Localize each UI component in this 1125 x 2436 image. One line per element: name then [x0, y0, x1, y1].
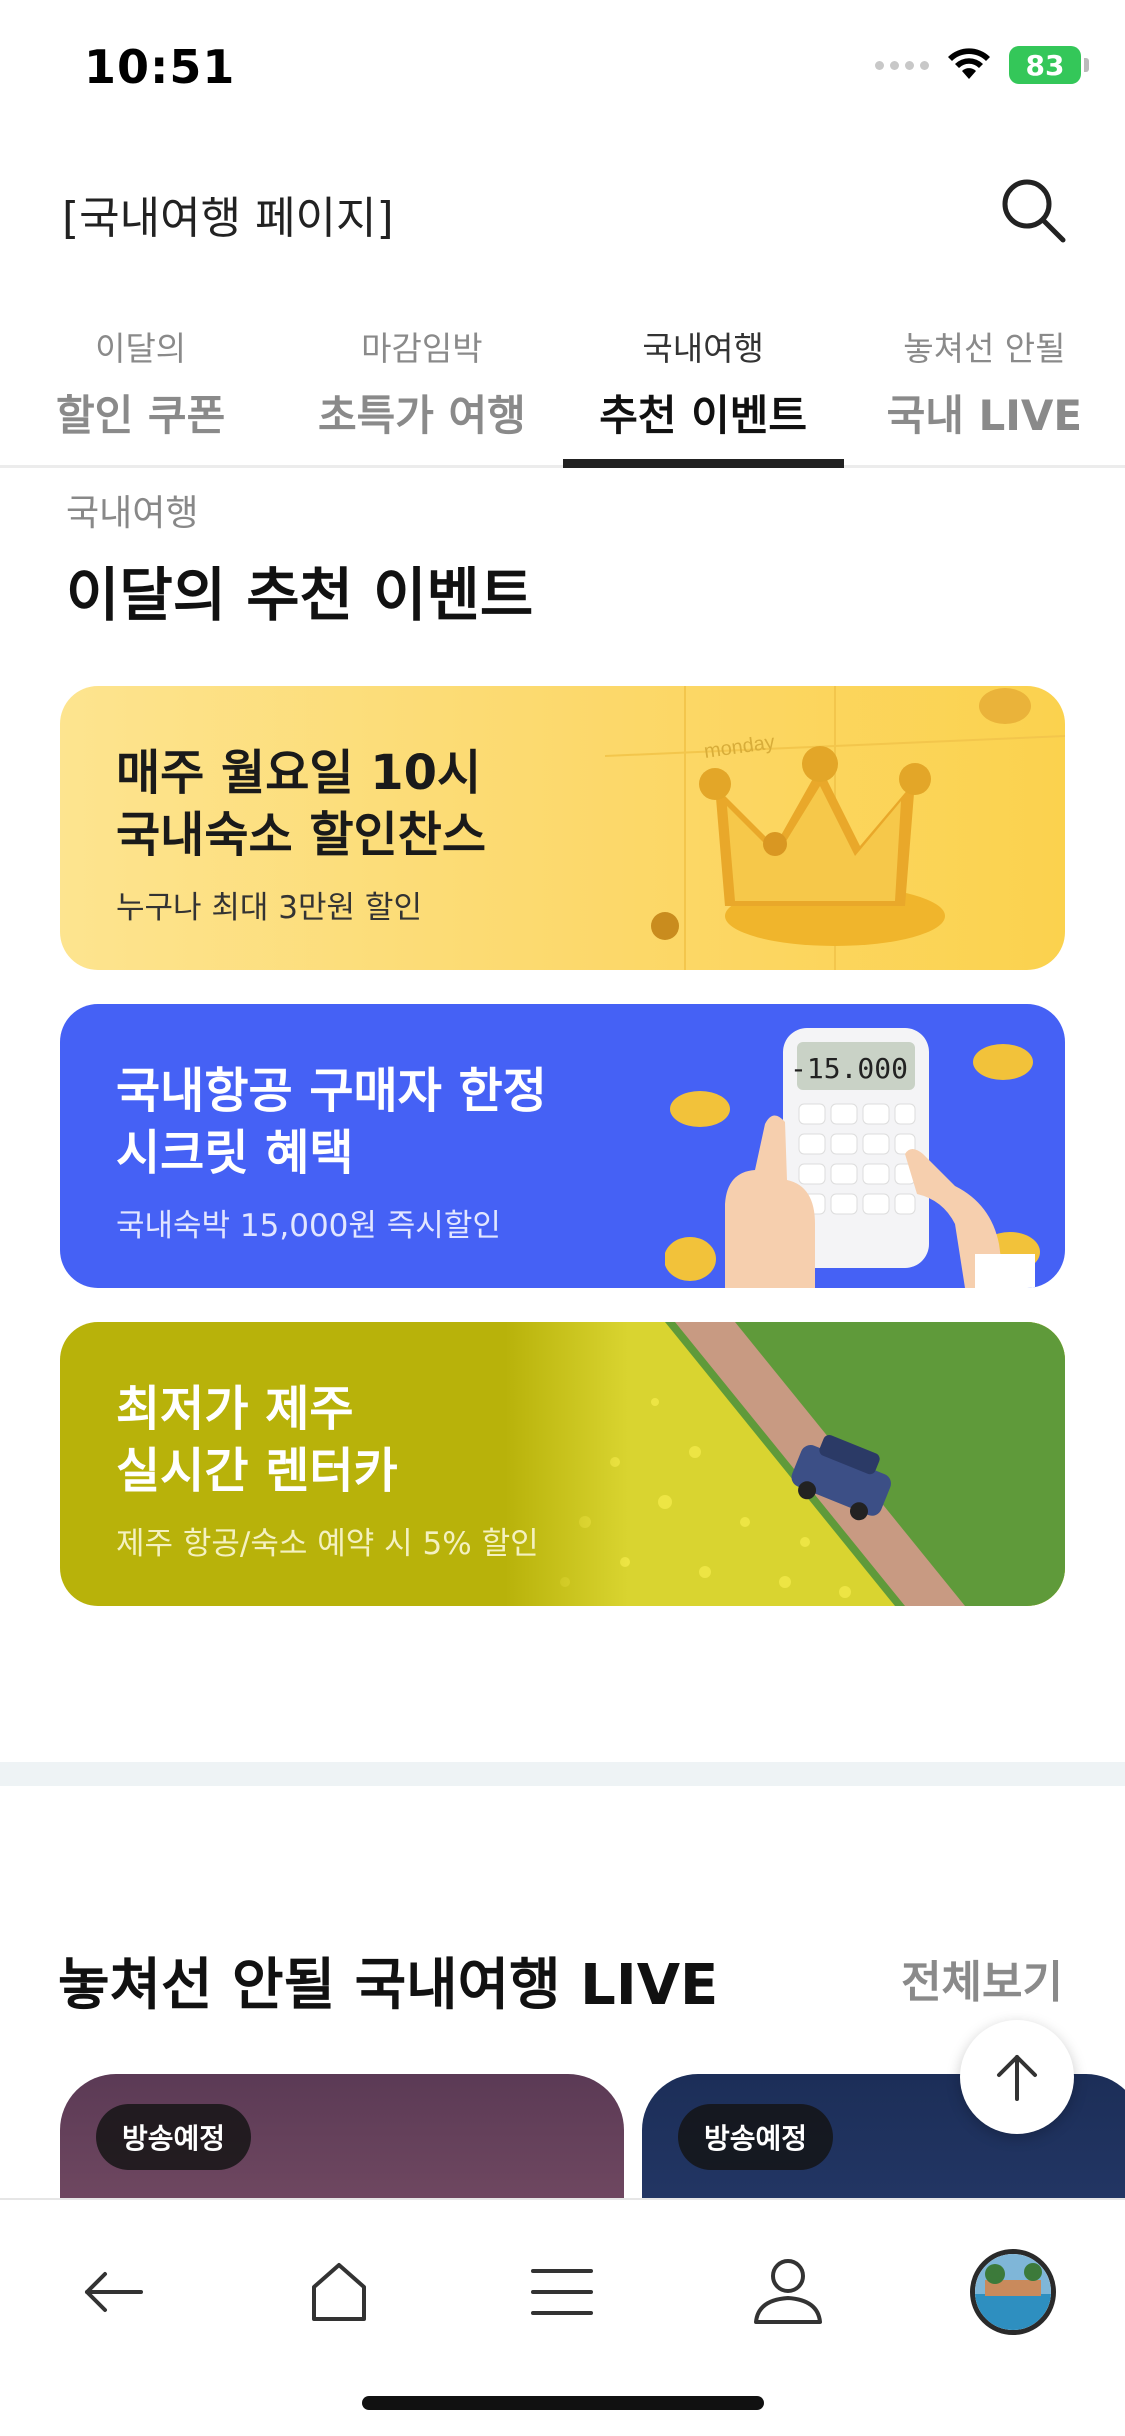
view-all-link[interactable]: 전체보기 [901, 1946, 1063, 2010]
broadcast-scheduled-badge: 방송예정 [96, 2104, 252, 2170]
tab-main-label: 국내 LIVE [886, 391, 1083, 440]
tab-recommended-event[interactable]: 국내여행 추천 이벤트 [562, 310, 845, 468]
banner-jeju-rentcar[interactable]: 최저가 제주 실시간 렌터카 제주 항공/숙소 예약 시 5% 할인 [60, 1322, 1065, 1606]
menu-icon [531, 2269, 593, 2315]
calculator-display: -15.000 [790, 1052, 908, 1085]
nav-home-button[interactable] [289, 2242, 389, 2342]
live-section-title: 놓쳐선 안될 국내여행 LIVE [58, 1953, 719, 2018]
tab-bar: 이달의 할인 쿠폰 마감임박 초특가 여행 국내여행 추천 이벤트 놓쳐선 안될… [0, 310, 1125, 468]
banner-title: 국내항공 구매자 한정 시크릿 혜택 [116, 1063, 547, 1181]
tab-sub-label: 국내여행 [642, 329, 764, 368]
wifi-icon [948, 48, 990, 79]
page-header: [국내여행 페이지] [0, 160, 1125, 260]
tab-main-label: 추천 이벤트 [599, 391, 808, 440]
battery-indicator: 83 [1009, 46, 1089, 84]
banner-subtitle: 국내숙박 15,000원 즉시할인 [116, 1208, 501, 1244]
nav-profile-button[interactable] [738, 2242, 838, 2342]
section-divider [0, 1762, 1125, 1786]
scroll-to-top-button[interactable] [960, 2020, 1074, 2134]
calculator-coins-illustration: -15.000 [665, 1028, 1040, 1288]
nav-menu-button[interactable] [512, 2242, 612, 2342]
back-arrow-icon [85, 2272, 143, 2312]
banner-airline-secret-benefit[interactable]: -15.000 국내항공 구매자 한정 시크릿 혜택 국내숙박 15,000원 … [60, 1004, 1065, 1288]
tab-sub-label: 마감임박 [361, 329, 483, 368]
arrow-up-icon [997, 2055, 1037, 2101]
rapeseed-field-car-photo [505, 1322, 1065, 1606]
tab-main-label: 할인 쿠폰 [56, 391, 226, 440]
tab-special-deal[interactable]: 마감임박 초특가 여행 [281, 310, 562, 465]
banner-subtitle: 누구나 최대 3만원 할인 [116, 890, 422, 926]
page-title: [국내여행 페이지] [62, 193, 394, 244]
status-icons: 83 [875, 46, 1089, 84]
cellular-signal-icon [875, 60, 929, 70]
gold-crown-illustration: monday [605, 686, 1065, 970]
banner-title: 매주 월요일 10시 국내숙소 할인찬스 [116, 745, 486, 863]
tab-sub-label: 이달의 [95, 329, 187, 368]
tab-domestic-live[interactable]: 놓쳐선 안될 국내 LIVE [844, 310, 1125, 465]
section-heading: 이달의 추천 이벤트 [66, 561, 534, 629]
search-icon [1002, 179, 1066, 243]
home-indicator [362, 2396, 764, 2410]
tab-main-label: 초특가 여행 [317, 391, 526, 440]
nav-back-button[interactable] [64, 2242, 164, 2342]
profile-icon [754, 2259, 822, 2324]
calendar-label: monday [703, 731, 777, 763]
banner-title: 최저가 제주 실시간 렌터카 [116, 1381, 398, 1499]
tab-sub-label: 놓쳐선 안될 [903, 329, 1066, 368]
avatar-image [975, 2254, 1051, 2330]
section-kicker: 국내여행 [66, 493, 199, 534]
avatar [970, 2249, 1056, 2335]
banner-subtitle: 제주 항공/숙소 예약 시 5% 할인 [116, 1526, 539, 1562]
nav-avatar-button[interactable] [963, 2242, 1063, 2342]
broadcast-scheduled-badge: 방송예정 [678, 2104, 834, 2170]
home-icon [312, 2263, 366, 2321]
search-button[interactable] [993, 170, 1073, 250]
status-time: 10:51 [84, 40, 236, 94]
status-bar: 10:51 83 [0, 0, 1125, 140]
banner-weekly-monday-deal[interactable]: monday 매주 월요일 10시 국내숙소 할인찬스 누구나 최대 3만원 할… [60, 686, 1065, 970]
tab-discount-coupon[interactable]: 이달의 할인 쿠폰 [0, 310, 281, 465]
